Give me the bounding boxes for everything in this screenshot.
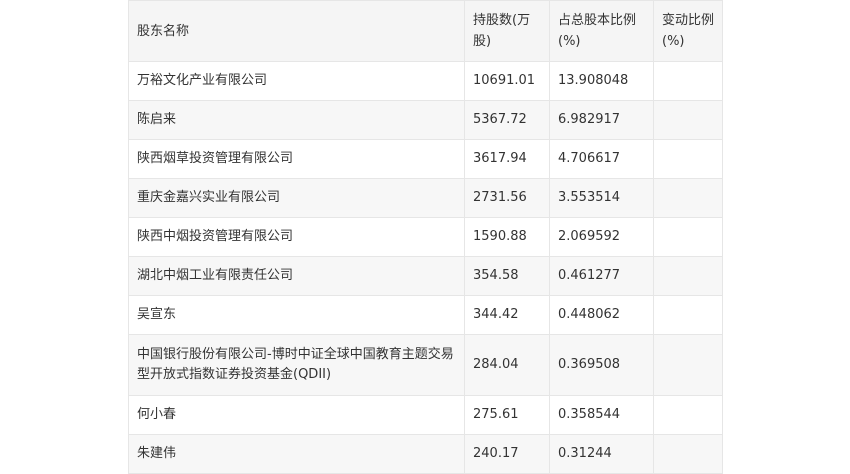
table-row: 吴宣东 344.42 0.448062 [128,295,723,335]
cell-shareholder-name: 中国银行股份有限公司-博时中证全球中国教育主题交易型开放式指数证券投资基金(QD… [128,334,465,396]
cell-ratio: 2.069592 [549,217,654,257]
cell-shareholder-name: 陕西中烟投资管理有限公司 [128,217,465,257]
cell-shareholder-name: 何小春 [128,395,465,435]
cell-ratio: 0.461277 [549,256,654,296]
cell-shares: 284.04 [464,334,550,396]
shareholder-table: 股东名称 持股数(万股) 占总股本比例(%) 变动比例(%) 万裕文化产业有限公… [128,0,723,474]
cell-ratio: 4.706617 [549,139,654,179]
table-row: 万裕文化产业有限公司 10691.01 13.908048 [128,61,723,101]
cell-shares: 1590.88 [464,217,550,257]
cell-shares: 275.61 [464,395,550,435]
header-ratio: 占总股本比例(%) [549,0,654,62]
cell-ratio: 0.448062 [549,295,654,335]
table-row: 陕西中烟投资管理有限公司 1590.88 2.069592 [128,217,723,257]
cell-shareholder-name: 吴宣东 [128,295,465,335]
header-change-ratio: 变动比例(%) [653,0,723,62]
cell-change-ratio [653,256,723,296]
cell-shareholder-name: 陈启来 [128,100,465,140]
table-header-row: 股东名称 持股数(万股) 占总股本比例(%) 变动比例(%) [128,0,723,62]
header-shares: 持股数(万股) [464,0,550,62]
cell-ratio: 0.358544 [549,395,654,435]
cell-change-ratio [653,217,723,257]
cell-change-ratio [653,61,723,101]
cell-change-ratio [653,334,723,396]
cell-ratio: 0.31244 [549,434,654,474]
cell-change-ratio [653,139,723,179]
cell-shareholder-name: 重庆金嘉兴实业有限公司 [128,178,465,218]
cell-shares: 5367.72 [464,100,550,140]
table-row: 陈启来 5367.72 6.982917 [128,100,723,140]
cell-shareholder-name: 陕西烟草投资管理有限公司 [128,139,465,179]
cell-change-ratio [653,295,723,335]
cell-change-ratio [653,100,723,140]
cell-shares: 10691.01 [464,61,550,101]
cell-shareholder-name: 朱建伟 [128,434,465,474]
cell-change-ratio [653,434,723,474]
table-row: 湖北中烟工业有限责任公司 354.58 0.461277 [128,256,723,296]
cell-shares: 354.58 [464,256,550,296]
shareholder-table-container: 股东名称 持股数(万股) 占总股本比例(%) 变动比例(%) 万裕文化产业有限公… [128,0,723,474]
table-row: 陕西烟草投资管理有限公司 3617.94 4.706617 [128,139,723,179]
table-row: 重庆金嘉兴实业有限公司 2731.56 3.553514 [128,178,723,218]
table-row: 何小春 275.61 0.358544 [128,395,723,435]
cell-shares: 240.17 [464,434,550,474]
cell-shares: 3617.94 [464,139,550,179]
cell-change-ratio [653,395,723,435]
cell-shares: 2731.56 [464,178,550,218]
cell-ratio: 3.553514 [549,178,654,218]
cell-shareholder-name: 湖北中烟工业有限责任公司 [128,256,465,296]
cell-change-ratio [653,178,723,218]
cell-ratio: 0.369508 [549,334,654,396]
cell-shareholder-name: 万裕文化产业有限公司 [128,61,465,101]
table-row: 中国银行股份有限公司-博时中证全球中国教育主题交易型开放式指数证券投资基金(QD… [128,334,723,396]
cell-ratio: 6.982917 [549,100,654,140]
cell-shares: 344.42 [464,295,550,335]
table-row: 朱建伟 240.17 0.31244 [128,434,723,474]
cell-ratio: 13.908048 [549,61,654,101]
header-shareholder-name: 股东名称 [128,0,465,62]
